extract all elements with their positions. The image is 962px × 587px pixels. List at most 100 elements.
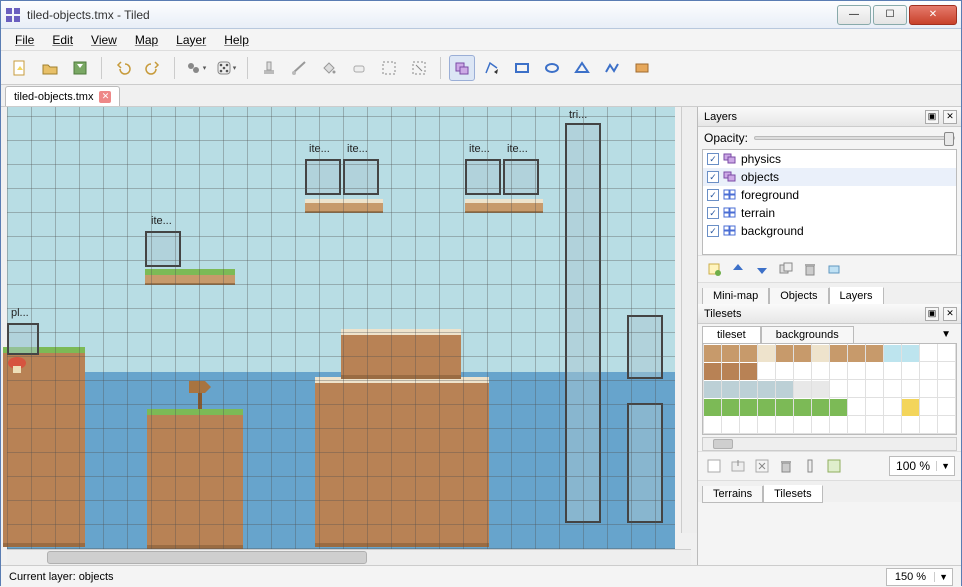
layer-checkbox[interactable]: ✓ [707,153,719,165]
tile[interactable] [740,399,757,416]
tile[interactable] [722,345,739,362]
tile[interactable] [830,345,847,362]
tileset-tab-backgrounds[interactable]: backgrounds [761,326,854,343]
redo-button[interactable] [140,55,166,81]
select-objects-button[interactable] [449,55,475,81]
tile[interactable] [866,345,883,362]
minimize-button[interactable]: — [837,5,871,25]
tile[interactable] [758,399,775,416]
layer-row-background[interactable]: ✓ background [703,222,956,240]
scrollbar-thumb[interactable] [47,551,367,564]
tab-tilesets[interactable]: Tilesets [763,485,823,503]
open-file-button[interactable] [37,55,63,81]
export-tileset-button[interactable] [752,457,772,475]
layer-checkbox[interactable]: ✓ [707,171,719,183]
tileset-tab-tileset[interactable]: tileset [702,326,761,343]
insert-polygon-button[interactable] [569,55,595,81]
move-layer-down-button[interactable] [752,260,772,278]
command-button[interactable] [183,55,209,81]
tile[interactable] [812,399,829,416]
insert-ellipse-button[interactable] [539,55,565,81]
canvas-viewport[interactable]: pl... ite... ite... ite... ite... ite...… [1,107,697,549]
menu-help[interactable]: Help [216,31,257,49]
rect-select-button[interactable] [376,55,402,81]
tile[interactable] [704,363,721,380]
layer-checkbox[interactable]: ✓ [707,207,719,219]
object-box[interactable] [343,159,379,195]
insert-rectangle-button[interactable] [509,55,535,81]
layer-row-foreground[interactable]: ✓ foreground [703,186,956,204]
random-button[interactable] [213,55,239,81]
tab-mini-map[interactable]: Mini-map [702,288,769,305]
tile[interactable] [758,345,775,362]
tile[interactable] [704,381,721,398]
layer-row-objects[interactable]: ✓ objects [703,168,956,186]
delete-tileset-button[interactable] [776,457,796,475]
opacity-slider[interactable] [754,136,955,140]
insert-polyline-button[interactable] [599,55,625,81]
object-box[interactable] [627,315,663,379]
tile[interactable] [812,381,829,398]
tile[interactable] [776,381,793,398]
menu-map[interactable]: Map [127,31,166,49]
tile[interactable] [740,345,757,362]
edit-tileset-button[interactable] [800,457,820,475]
tile[interactable] [704,399,721,416]
document-tab[interactable]: tiled-objects.tmx ✕ [5,86,120,106]
tileset-view[interactable] [702,343,957,435]
tab-terrains[interactable]: Terrains [702,486,763,503]
layer-row-physics[interactable]: ✓ physics [703,150,956,168]
tile[interactable] [722,381,739,398]
tile[interactable] [812,345,829,362]
tile[interactable] [830,399,847,416]
canvas-vertical-scrollbar[interactable] [681,107,697,533]
object-box[interactable] [627,403,663,523]
chevron-down-icon[interactable]: ▼ [936,461,954,471]
object-box[interactable] [145,231,181,267]
undo-button[interactable] [110,55,136,81]
object-box[interactable] [465,159,501,195]
layer-row-terrain[interactable]: ✓ terrain [703,204,956,222]
eraser-button[interactable] [346,55,372,81]
tile[interactable] [776,399,793,416]
layer-checkbox[interactable]: ✓ [707,189,719,201]
tile[interactable] [776,345,793,362]
tileset-properties-button[interactable] [824,457,844,475]
close-button[interactable]: ✕ [909,5,957,25]
delete-layer-button[interactable] [800,260,820,278]
tile[interactable] [848,345,865,362]
fill-button[interactable] [316,55,342,81]
slider-thumb[interactable] [944,132,954,146]
tile[interactable] [902,345,919,362]
object-box[interactable] [503,159,539,195]
tile[interactable] [794,399,811,416]
new-layer-button[interactable] [704,260,724,278]
object-box[interactable] [7,323,39,355]
object-box[interactable] [565,123,601,523]
tile[interactable] [794,345,811,362]
close-tab-icon[interactable]: ✕ [99,91,111,103]
insert-tile-button[interactable] [629,55,655,81]
zoom-combo[interactable]: 150 % ▼ [886,568,953,586]
undock-icon[interactable]: ▣ [925,307,939,321]
menu-edit[interactable]: Edit [44,31,81,49]
maximize-button[interactable]: ☐ [873,5,907,25]
tile[interactable] [902,399,919,416]
tile[interactable] [740,363,757,380]
tileset-horizontal-scrollbar[interactable] [702,437,957,451]
tab-layers[interactable]: Layers [829,287,884,305]
menu-layer[interactable]: Layer [168,31,214,49]
menu-view[interactable]: View [83,31,125,49]
object-box[interactable] [305,159,341,195]
layer-checkbox[interactable]: ✓ [707,225,719,237]
tab-objects[interactable]: Objects [769,288,828,305]
chevron-down-icon[interactable]: ▼ [935,329,957,340]
tileset-zoom-combo[interactable]: 100 % ▼ [889,456,955,476]
new-file-button[interactable] [7,55,33,81]
undock-icon[interactable]: ▣ [925,110,939,124]
terrain-brush-button[interactable] [286,55,312,81]
tile[interactable] [740,381,757,398]
tile[interactable] [722,363,739,380]
duplicate-layer-button[interactable] [776,260,796,278]
move-layer-up-button[interactable] [728,260,748,278]
